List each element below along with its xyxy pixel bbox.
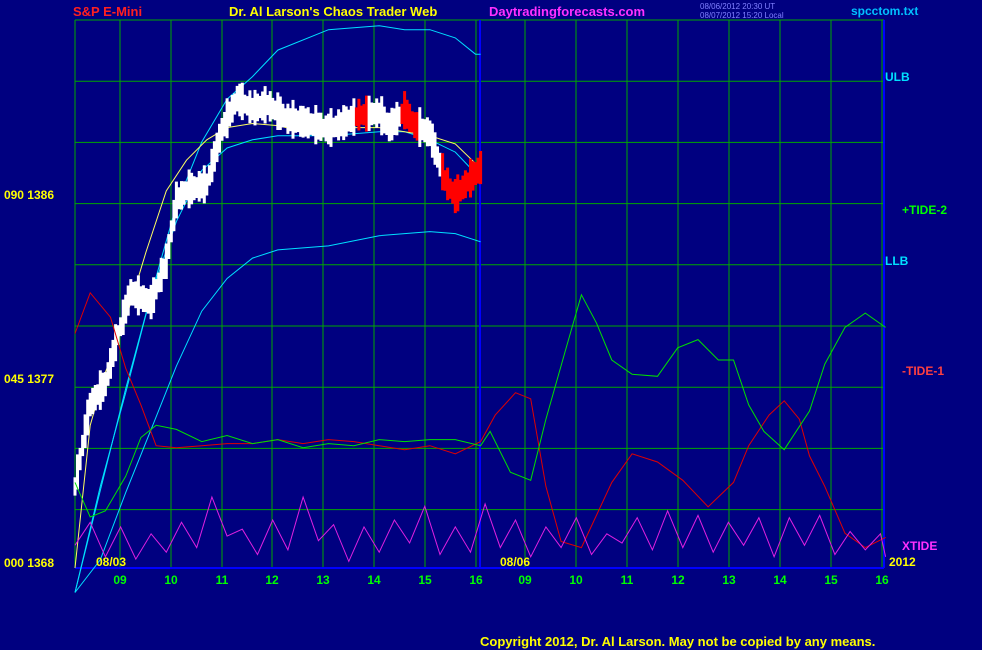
mid-band-line [74, 131, 481, 593]
y-axis-label: 045 1377 [4, 372, 54, 386]
y-axis-label: 000 1368 [4, 556, 54, 570]
series-label: -TIDE-1 [902, 364, 944, 378]
x-hour-label: 11 [216, 573, 229, 587]
x-hour-label: 13 [722, 573, 736, 587]
stamp-ut: 08/06/2012 20:30 UT [700, 2, 776, 11]
x-hour-label: 15 [418, 573, 432, 587]
grid [74, 19, 885, 569]
instrument-title: S&P E-Mini [73, 4, 143, 19]
chart-title: Dr. Al Larson's Chaos Trader Web [229, 4, 438, 19]
x-hour-label: 09 [518, 573, 532, 587]
series-label: ULB [885, 70, 910, 84]
x-hour-label: 14 [773, 573, 787, 587]
x-hour-label: 12 [671, 573, 685, 587]
series-label: +TIDE-2 [902, 203, 947, 217]
chart-canvas: 090 1386 045 1377 000 1368 09 10 11 12 13 14 15 16… [4, 19, 947, 593]
x-hour-label: 14 [367, 573, 381, 587]
x-hour-label: 16 [469, 573, 483, 587]
moving-average-line [74, 122, 481, 569]
stamp-local: 08/07/2012 15:20 Local [700, 11, 784, 20]
site-link[interactable]: Daytradingforecasts.com [489, 4, 645, 19]
x-hour-label: 13 [316, 573, 330, 587]
x-hour-label: 10 [569, 573, 583, 587]
y-axis-label: 090 1386 [4, 188, 54, 202]
series-label: XTIDE [902, 539, 937, 553]
series-label: LLB [885, 254, 909, 268]
x-hour-label: 16 [875, 573, 889, 587]
x-hour-label: 09 [113, 573, 127, 587]
x-hour-label: 15 [824, 573, 838, 587]
x-hour-label: 10 [164, 573, 178, 587]
date-label: 08/03 [96, 555, 126, 569]
price-bars [73, 82, 483, 496]
x-hour-label: 12 [265, 573, 279, 587]
x-hour-label: 11 [621, 573, 634, 587]
year-label: 2012 [889, 555, 916, 569]
date-label: 08/06 [500, 555, 530, 569]
copyright: Copyright 2012, Dr. Al Larson. May not b… [480, 634, 876, 649]
data-file: spcctom.txt [851, 4, 919, 18]
